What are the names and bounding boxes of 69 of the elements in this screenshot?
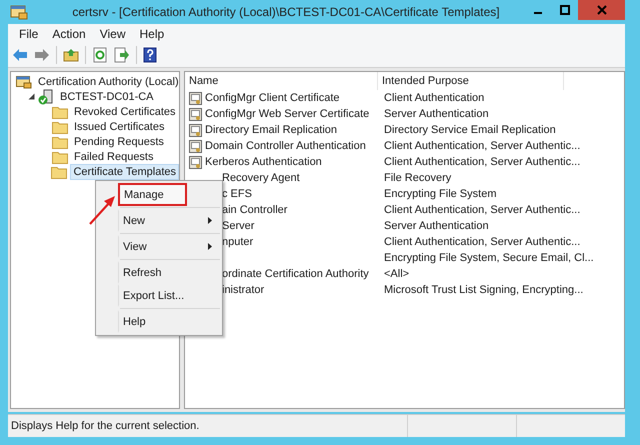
console-icon (16, 74, 32, 88)
table-cell: Directory Service Email Replication (384, 124, 556, 136)
table-cell: Client Authentication, Server Authentic... (384, 140, 580, 152)
table-cell: <All> (384, 268, 410, 280)
folder-icon (52, 104, 68, 118)
table-cell: ConfigMgr Web Server Certificate (205, 108, 370, 120)
table-cell: Server Authentication (384, 108, 489, 120)
menu-item[interactable]: View (118, 235, 222, 258)
server-check-icon (38, 88, 54, 104)
menu-item[interactable]: Refresh (118, 261, 222, 284)
certificate-icon (189, 108, 202, 120)
table-cell: Client Authentication (384, 92, 484, 104)
tree-item[interactable]: Certificate Templates (70, 164, 179, 180)
table-cell: ConfigMgr Client Certificate (205, 92, 340, 104)
expand-triangle-icon[interactable] (28, 93, 34, 100)
table-cell: inistrator (222, 284, 264, 296)
table-cell: Client Authentication, Server Authentic... (384, 156, 580, 168)
back-icon[interactable] (12, 48, 28, 62)
table-cell: nputer (222, 236, 254, 248)
certificate-icon (189, 92, 202, 104)
table-cell: ordinate Certification Authority (222, 268, 369, 280)
table-cell: Recovery Agent (222, 172, 300, 184)
table-cell: Client Authentication, Server Authentic... (384, 236, 580, 248)
status-text: Displays Help for the current selection. (10, 419, 200, 434)
folder-icon (52, 120, 68, 134)
refresh-icon[interactable] (92, 47, 108, 63)
menu-item[interactable]: Help (132, 26, 172, 40)
table-cell: File Recovery (384, 172, 452, 184)
menu-item[interactable]: Export List... (118, 284, 222, 307)
menu-item[interactable]: View (92, 26, 132, 40)
tree-item[interactable]: Certification Authority (Local) (35, 74, 182, 90)
tree-item[interactable]: Revoked Certificates (71, 104, 178, 120)
certificate-icon (189, 140, 202, 152)
export-icon[interactable] (114, 47, 130, 63)
window-title: certsrv - [Certification Authority (Local)\BCTEST-DC01-CA\Certificate Templates] (71, 5, 501, 19)
forward-icon[interactable] (34, 48, 50, 62)
menu-item[interactable]: File (12, 26, 46, 40)
tree-item[interactable]: BCTEST-DC01-CA (57, 88, 157, 104)
tree-item[interactable]: Pending Requests (71, 134, 167, 150)
tree-item[interactable]: Issued Certificates (71, 118, 168, 134)
minimize-icon (534, 12, 542, 14)
table-cell: Server (222, 220, 254, 232)
column-header[interactable]: Intended Purpose (378, 72, 564, 90)
table-cell: Microsoft Trust List Signing, Encrypting... (384, 284, 584, 296)
table-cell: Server Authentication (384, 220, 489, 232)
folder-icon (51, 164, 68, 178)
table-cell: Encrypting File System (384, 188, 496, 200)
table-cell: Client Authentication, Server Authentic... (384, 204, 580, 216)
table-cell: Directory Email Replication (205, 124, 338, 136)
help-icon[interactable] (143, 47, 157, 63)
menu-item[interactable]: Action (45, 26, 93, 40)
menu-item[interactable]: Help (118, 310, 222, 333)
menu-item[interactable]: New (118, 209, 222, 232)
table-cell: Domain Controller Authentication (205, 140, 366, 152)
tree-item[interactable]: Failed Requests (71, 148, 156, 164)
table-cell: Encrypting File System, Secure Email, Cl... (384, 252, 594, 264)
certificate-icon (189, 156, 202, 168)
folder-icon (52, 150, 68, 164)
close-icon (596, 5, 606, 15)
menu-item[interactable]: Manage (118, 183, 187, 206)
table-cell: Kerberos Authentication (205, 156, 322, 168)
console-icon (10, 4, 28, 20)
folder-up-icon[interactable] (63, 48, 79, 62)
maximize-icon (560, 5, 570, 15)
column-header[interactable]: Name (185, 72, 378, 90)
table-cell: ain Controller (222, 204, 288, 216)
certificate-icon (189, 124, 202, 136)
folder-icon (52, 134, 68, 148)
close-button[interactable] (578, 0, 625, 20)
